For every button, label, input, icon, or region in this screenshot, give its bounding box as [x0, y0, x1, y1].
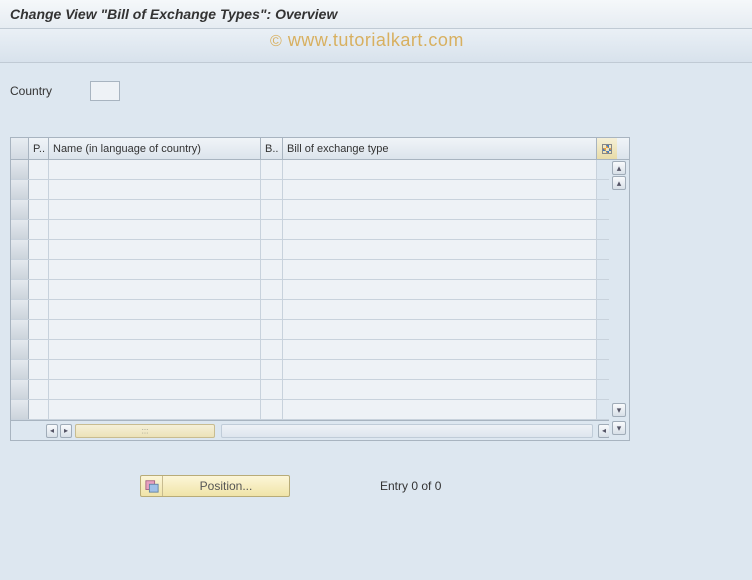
- horizontal-scrollbar: ◂ ▸ ::: ◂ ▸: [11, 420, 629, 440]
- row-selector[interactable]: [11, 260, 29, 279]
- row-selector[interactable]: [11, 240, 29, 259]
- row-selector[interactable]: [11, 340, 29, 359]
- table-row: [11, 260, 629, 280]
- row-selector[interactable]: [11, 180, 29, 199]
- scroll-thumb[interactable]: :::: [75, 424, 215, 438]
- content-area: Country P.. Name (in language of country…: [0, 63, 752, 580]
- table-row: [11, 220, 629, 240]
- scroll-track[interactable]: [221, 424, 593, 438]
- table-row: [11, 320, 629, 340]
- column-name[interactable]: Name (in language of country): [49, 138, 261, 159]
- table-config-button[interactable]: [597, 138, 617, 159]
- row-selector[interactable]: [11, 280, 29, 299]
- table-row: [11, 400, 629, 420]
- footer: Position... Entry 0 of 0: [10, 475, 742, 497]
- scroll-up-icon[interactable]: [612, 176, 626, 190]
- column-bill-type[interactable]: Bill of exchange type: [283, 138, 597, 159]
- scroll-down-icon[interactable]: [612, 421, 626, 435]
- table-row: [11, 200, 629, 220]
- row-selector[interactable]: [11, 380, 29, 399]
- table-row: [11, 280, 629, 300]
- row-selector[interactable]: [11, 220, 29, 239]
- position-button-label: Position...: [163, 479, 289, 493]
- page-title: Change View "Bill of Exchange Types": Ov…: [10, 6, 742, 22]
- scroll-left-icon[interactable]: ▸: [60, 424, 72, 438]
- vertical-scrollbar[interactable]: [609, 160, 629, 440]
- position-button[interactable]: Position...: [140, 475, 290, 497]
- row-selector[interactable]: [11, 400, 29, 419]
- country-input[interactable]: [90, 81, 120, 101]
- table-body: [11, 160, 629, 420]
- table-row: [11, 360, 629, 380]
- table-row: [11, 380, 629, 400]
- row-selector[interactable]: [11, 200, 29, 219]
- scroll-up-icon[interactable]: [612, 161, 626, 175]
- row-selector[interactable]: [11, 360, 29, 379]
- table-config-icon: [602, 144, 612, 154]
- scroll-left-first-icon[interactable]: ◂: [46, 424, 58, 438]
- row-selector[interactable]: [11, 160, 29, 179]
- country-label: Country: [10, 84, 52, 98]
- scroll-down-icon[interactable]: [612, 403, 626, 417]
- column-p[interactable]: P..: [29, 138, 49, 159]
- table-header: P.. Name (in language of country) B.. Bi…: [11, 138, 629, 160]
- row-selector[interactable]: [11, 320, 29, 339]
- data-table: P.. Name (in language of country) B.. Bi…: [10, 137, 630, 441]
- country-filter-row: Country: [10, 81, 742, 101]
- title-bar: Change View "Bill of Exchange Types": Ov…: [0, 0, 752, 29]
- column-b[interactable]: B..: [261, 138, 283, 159]
- table-row: [11, 160, 629, 180]
- table-row: [11, 340, 629, 360]
- table-row: [11, 300, 629, 320]
- position-icon: [141, 476, 163, 496]
- row-selector[interactable]: [11, 300, 29, 319]
- table-row: [11, 180, 629, 200]
- column-selector[interactable]: [11, 138, 29, 159]
- toolbar: [0, 29, 752, 63]
- table-row: [11, 240, 629, 260]
- entry-count: Entry 0 of 0: [380, 479, 441, 493]
